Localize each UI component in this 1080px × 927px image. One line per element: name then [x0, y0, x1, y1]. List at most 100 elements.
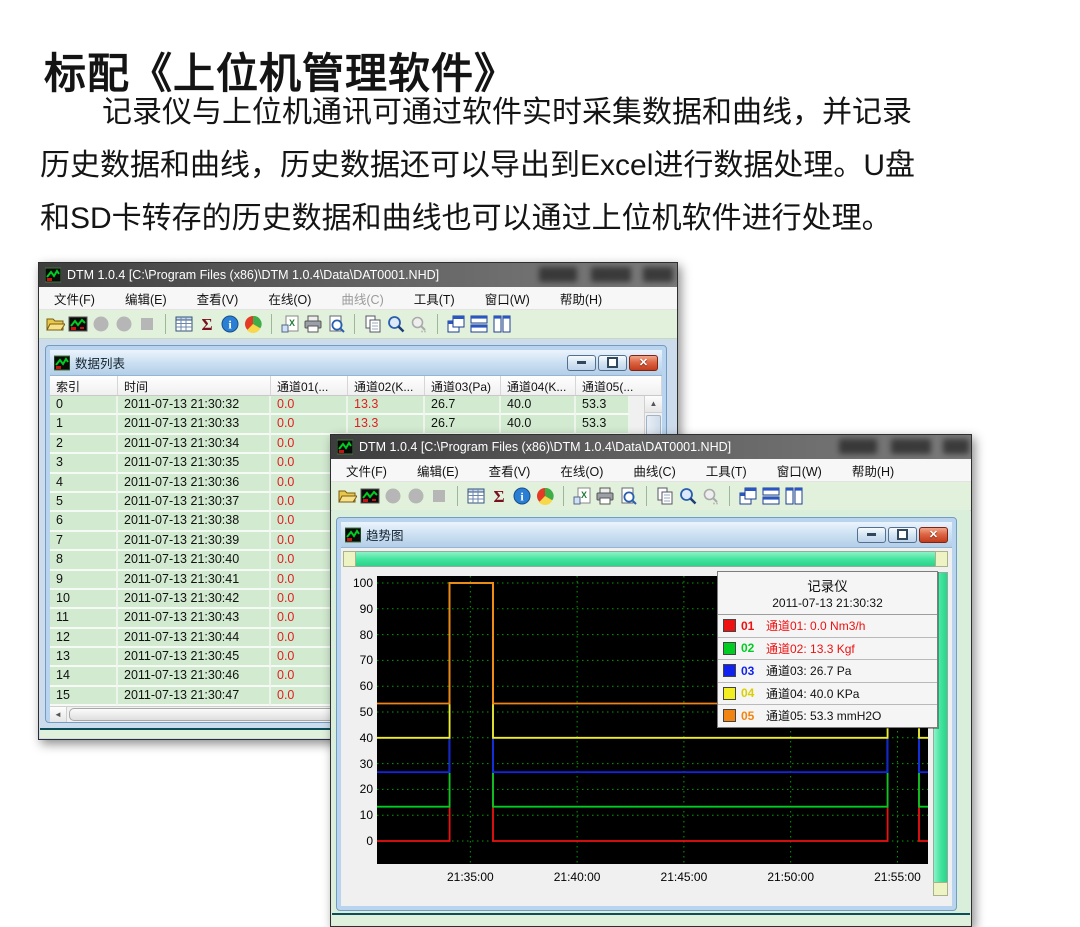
- cascade-windows-icon[interactable]: [738, 486, 758, 506]
- menu-item-2[interactable]: 编辑(E): [110, 289, 182, 308]
- menu-item-7[interactable]: 窗口(W): [762, 461, 837, 480]
- vbar-bottom-button[interactable]: [933, 882, 948, 896]
- cell-time: 2011-07-13 21:30:45: [118, 648, 271, 667]
- menu-item-2[interactable]: 编辑(E): [402, 461, 474, 480]
- excel-export-icon[interactable]: X: [572, 486, 592, 506]
- print-icon[interactable]: [595, 486, 615, 506]
- zoom-in-icon[interactable]: [678, 486, 698, 506]
- data-list-titlebar: 数据列表 ✕: [50, 350, 662, 376]
- cell-channel-04: 40.0: [501, 415, 576, 434]
- menu-item-1[interactable]: 文件(F): [39, 289, 110, 308]
- tile-horizontal-icon[interactable]: [761, 486, 781, 506]
- table-row[interactable]: 12011-07-13 21:30:330.013.326.740.053.3: [50, 415, 662, 434]
- menu-item-1[interactable]: 文件(F): [331, 461, 402, 480]
- minimize-button[interactable]: [567, 355, 596, 371]
- open-folder-icon[interactable]: [337, 486, 357, 506]
- cascade-windows-icon[interactable]: [446, 314, 466, 334]
- page: { "page": { "title": "标配《上位机管理软件》", "par…: [0, 0, 1080, 925]
- data-list-window-icon: [54, 355, 70, 371]
- open-folder-icon[interactable]: [45, 314, 65, 334]
- trend-body: 0102030405060708090100 21:35:0021:40:002…: [341, 548, 952, 901]
- hbar-right-button[interactable]: [935, 551, 948, 567]
- scroll-up-icon[interactable]: ▲: [645, 396, 662, 413]
- blurred-block: [891, 439, 931, 454]
- tile-horizontal-icon[interactable]: [469, 314, 489, 334]
- x-axis-tick-label: 21:55:00: [862, 870, 932, 884]
- legend-channel-number: 01: [741, 619, 761, 633]
- scroll-left-icon[interactable]: ◄: [50, 707, 67, 722]
- menu-item-3[interactable]: 查看(V): [474, 461, 546, 480]
- column-header-5[interactable]: 通道03(Pa): [425, 376, 501, 395]
- menu-item-4[interactable]: 在线(O): [545, 461, 618, 480]
- excel-export-icon[interactable]: X: [280, 314, 300, 334]
- table-grid-icon[interactable]: [174, 314, 194, 334]
- caption-buttons: ✕: [857, 527, 948, 543]
- menu-item-4[interactable]: 在线(O): [253, 289, 326, 308]
- pie-chart-icon[interactable]: [243, 314, 263, 334]
- back-toolbar: Σi X: [39, 310, 677, 339]
- chart-horizontal-scrollbar[interactable]: [343, 551, 948, 567]
- cell-index: 9: [50, 571, 118, 590]
- toolbar-separator: [165, 314, 166, 334]
- cell-channel-04: 40.0: [501, 396, 576, 415]
- trend-titlebar: 趋势图 ✕: [341, 522, 952, 548]
- column-header-6[interactable]: 通道04(K...: [501, 376, 576, 395]
- table-grid-icon[interactable]: [466, 486, 486, 506]
- data-chart-icon[interactable]: [360, 486, 380, 506]
- cell-time: 2011-07-13 21:30:42: [118, 590, 271, 609]
- data-chart-icon[interactable]: [68, 314, 88, 334]
- hbar-left-button[interactable]: [343, 551, 356, 567]
- legend-channel-number: 05: [741, 709, 761, 723]
- svg-text:X: X: [289, 318, 295, 328]
- restore-button[interactable]: [888, 527, 917, 543]
- info-icon[interactable]: i: [220, 314, 240, 334]
- back-window-titlebar: DTM 1.0.4 [C:\Program Files (x86)\DTM 1.…: [39, 263, 677, 287]
- menu-item-5[interactable]: 曲线(C): [618, 461, 690, 480]
- menu-item-8[interactable]: 帮助(H): [837, 461, 909, 480]
- info-icon[interactable]: i: [512, 486, 532, 506]
- close-button[interactable]: ✕: [629, 355, 658, 371]
- toolbar-separator: [354, 314, 355, 334]
- tile-vertical-icon[interactable]: [492, 314, 512, 334]
- menu-item-3[interactable]: 查看(V): [182, 289, 254, 308]
- cell-channel-01: 0.0: [271, 415, 348, 434]
- legend-entry: 03通道03: 26.7 Pa: [718, 660, 937, 683]
- pie-chart-icon[interactable]: [535, 486, 555, 506]
- sum-sigma-icon[interactable]: Σ: [489, 486, 509, 506]
- table-row[interactable]: 02011-07-13 21:30:320.013.326.740.053.3: [50, 396, 662, 415]
- legend-entry: 02通道02: 13.3 Kgf: [718, 638, 937, 661]
- menu-item-7[interactable]: 窗口(W): [470, 289, 545, 308]
- cell-time: 2011-07-13 21:30:35: [118, 454, 271, 473]
- cell-index: 8: [50, 551, 118, 570]
- tile-vertical-icon[interactable]: [784, 486, 804, 506]
- print-preview-icon[interactable]: [326, 314, 346, 334]
- column-header-4[interactable]: 通道02(K...: [348, 376, 425, 395]
- menu-item-5: 曲线(C): [326, 289, 398, 308]
- cell-channel-03: 26.7: [425, 415, 501, 434]
- sum-sigma-icon[interactable]: Σ: [197, 314, 217, 334]
- cell-channel-03: 26.7: [425, 396, 501, 415]
- column-header-7[interactable]: 通道05(...: [576, 376, 662, 395]
- page-paragraph: 记录仪与上位机通讯可通过软件实时采集数据和曲线，并记录历史数据和曲线，历史数据还…: [40, 86, 924, 245]
- app-icon: [337, 439, 353, 455]
- minimize-button[interactable]: [857, 527, 886, 543]
- column-header-3[interactable]: 通道01(...: [271, 376, 348, 395]
- cell-channel-01: 0.0: [271, 396, 348, 415]
- menu-item-6[interactable]: 工具(T): [691, 461, 762, 480]
- cell-channel-02: 13.3: [348, 415, 425, 434]
- zoom-in-icon[interactable]: [386, 314, 406, 334]
- legend-channel-number: 02: [741, 641, 761, 655]
- restore-button[interactable]: [598, 355, 627, 371]
- menu-item-6[interactable]: 工具(T): [399, 289, 470, 308]
- column-header-2[interactable]: 时间: [118, 376, 271, 395]
- x-axis-tick-label: 21:40:00: [542, 870, 612, 884]
- trend-window-icon: [345, 527, 361, 543]
- copy-icon[interactable]: [363, 314, 383, 334]
- close-button[interactable]: ✕: [919, 527, 948, 543]
- menu-item-8[interactable]: 帮助(H): [545, 289, 617, 308]
- column-header-1[interactable]: 索引: [50, 376, 118, 395]
- legend-entry: 05通道05: 53.3 mmH2O: [718, 705, 937, 727]
- print-icon[interactable]: [303, 314, 323, 334]
- copy-icon[interactable]: [655, 486, 675, 506]
- print-preview-icon[interactable]: [618, 486, 638, 506]
